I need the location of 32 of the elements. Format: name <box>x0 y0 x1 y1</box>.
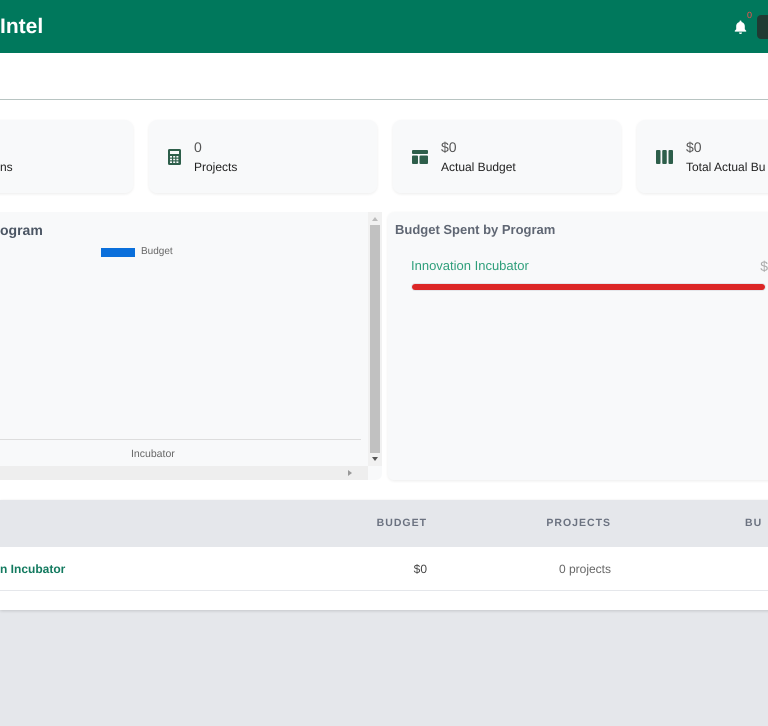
stat-value: $0 <box>686 138 703 156</box>
table-cell-text: $0 <box>412 560 427 578</box>
panel-title: Budget Spent by Program <box>395 222 556 238</box>
scroll-down-icon <box>372 457 378 461</box>
program-link[interactable]: n Incubator <box>0 560 280 578</box>
bell-icon <box>734 20 747 34</box>
vertical-scrollbar[interactable] <box>368 212 382 466</box>
horizontal-scrollbar[interactable] <box>0 466 368 480</box>
layout-icon <box>412 150 428 164</box>
app-title: Intel <box>0 16 44 37</box>
columns-icon <box>656 150 673 164</box>
calculator-icon <box>168 148 181 164</box>
stat-value: $0 <box>441 138 458 156</box>
legend-swatch <box>101 248 135 256</box>
scroll-right-icon <box>348 470 352 476</box>
axis-label: Incubator <box>131 448 176 460</box>
scroll-thumb[interactable] <box>370 225 380 453</box>
stat-label: Total Actual Bu <box>686 158 766 176</box>
stat-value: 0 <box>194 138 203 156</box>
notification-count: 0 <box>746 10 752 20</box>
legend-label: Budget <box>141 247 173 257</box>
column-header: BU <box>745 516 762 531</box>
table-cell-text: 0 projects <box>558 560 611 578</box>
program-name: Innovation Incubator <box>411 258 529 274</box>
stat-label: Actual Budget <box>441 158 516 176</box>
chart-title: ogram <box>0 222 44 238</box>
program-amount: $ <box>760 258 768 274</box>
column-header: PROJECTS <box>545 516 611 531</box>
stat-label: ns <box>0 158 13 176</box>
column-header: BUDGET <box>376 516 427 531</box>
scroll-up-icon <box>372 217 378 221</box>
stat-label: Projects <box>194 158 238 176</box>
